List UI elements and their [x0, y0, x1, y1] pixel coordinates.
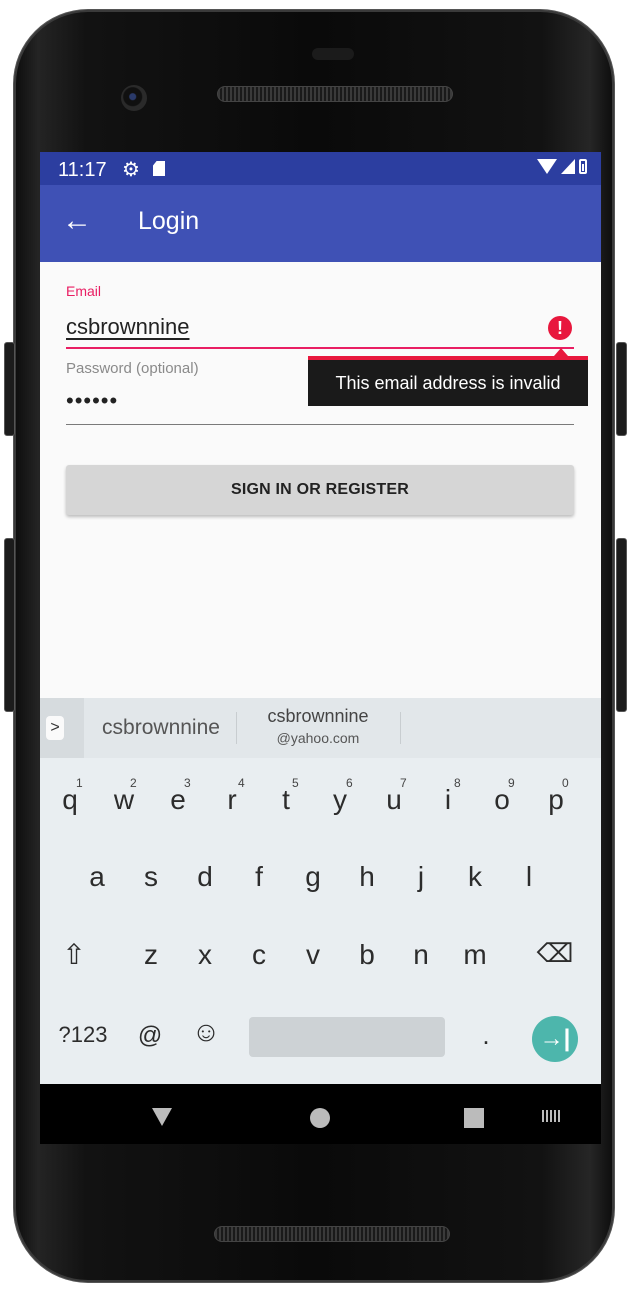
suggestion-expand-toggle[interactable]: > [40, 698, 84, 758]
status-indicators [537, 159, 587, 174]
key-r2-1[interactable]: s [131, 861, 171, 893]
sd-card-icon [153, 161, 165, 176]
bottom-speaker [214, 1226, 450, 1242]
navigation-bar [40, 1084, 601, 1144]
cell-signal-icon [561, 159, 575, 174]
key-r3-5[interactable]: n [401, 939, 441, 971]
period-key[interactable]: . [474, 1020, 498, 1051]
suggestion-divider [400, 712, 401, 744]
proximity-sensor [312, 48, 354, 60]
key-r3-3[interactable]: v [293, 939, 333, 971]
key-number-hint: 0 [562, 776, 569, 790]
key-number-hint: 4 [238, 776, 245, 790]
nav-back-icon[interactable] [152, 1108, 172, 1126]
key-number-hint: 6 [346, 776, 353, 790]
key-r2-8[interactable]: l [509, 861, 549, 893]
front-camera [121, 85, 147, 111]
password-underline [66, 424, 574, 425]
key-r1-4[interactable]: t [266, 784, 306, 816]
shift-key[interactable]: ⇧ [54, 938, 94, 971]
key-r1-5[interactable]: y [320, 784, 360, 816]
key-r3-0[interactable]: z [131, 939, 171, 971]
key-r2-5[interactable]: h [347, 861, 387, 893]
key-r1-7[interactable]: i [428, 784, 468, 816]
password-input[interactable]: •••••• [66, 388, 118, 414]
password-label: Password (optional) [66, 360, 199, 377]
key-r2-7[interactable]: k [455, 861, 495, 893]
status-time: 11:17 [58, 159, 107, 181]
nav-home-icon[interactable] [310, 1108, 330, 1128]
space-key[interactable] [249, 1017, 445, 1057]
nav-recents-icon[interactable] [464, 1108, 484, 1128]
key-r3-1[interactable]: x [185, 939, 225, 971]
email-input[interactable]: csbrownnine [66, 314, 190, 340]
wifi-icon [537, 159, 557, 174]
key-r1-6[interactable]: u [374, 784, 414, 816]
keyboard-suggestion-strip: > csbrownnine csbrownnine @yahoo.com [40, 698, 601, 758]
error-tooltip: This email address is invalid [308, 360, 588, 406]
key-r2-6[interactable]: j [401, 861, 441, 893]
phone-screen: 11:17 ⚙ ← Login Email csbrownnine ! Pass… [40, 152, 601, 1144]
tooltip-pointer [554, 348, 568, 356]
chevron-right-icon: > [46, 716, 64, 740]
side-button-left-top [4, 342, 15, 436]
suggestion-primary[interactable]: csbrownnine [88, 716, 234, 740]
suggestion-secondary[interactable]: csbrownnine @yahoo.com [240, 706, 396, 746]
sign-in-or-register-button[interactable]: SIGN IN OR REGISTER [66, 465, 574, 515]
key-number-hint: 1 [76, 776, 83, 790]
key-r1-2[interactable]: e [158, 784, 198, 816]
keyboard: q1 w2 e3 r4 t5 y6 u7 i8 o9 p0 asdfghjkl zxcvbnm ⇧… [40, 758, 601, 1084]
page-title: Login [138, 207, 200, 235]
suggestion-secondary-line1: csbrownnine [267, 706, 369, 726]
key-r2-3[interactable]: f [239, 861, 279, 893]
battery-icon [579, 159, 587, 174]
email-underline [66, 347, 574, 349]
backspace-key[interactable]: ⌫ [534, 938, 576, 969]
key-number-hint: 3 [184, 776, 191, 790]
key-number-hint: 5 [292, 776, 299, 790]
key-r1-1[interactable]: w [104, 784, 144, 816]
key-r2-0[interactable]: a [77, 861, 117, 893]
suggestion-secondary-line2: @yahoo.com [276, 730, 360, 746]
enter-next-key[interactable]: →| [532, 1016, 578, 1062]
key-r3-4[interactable]: b [347, 939, 387, 971]
key-r1-0[interactable]: q [50, 784, 90, 816]
key-r1-9[interactable]: p [536, 784, 576, 816]
app-bar: ← Login [40, 185, 601, 262]
suggestion-divider [236, 712, 237, 744]
key-number-hint: 7 [400, 776, 407, 790]
emoji-key[interactable]: ☺ [188, 1016, 224, 1048]
side-button-left-bottom [4, 538, 15, 712]
error-icon: ! [548, 316, 572, 340]
key-r1-3[interactable]: r [212, 784, 252, 816]
status-bar: 11:17 ⚙ [40, 152, 601, 185]
key-number-hint: 2 [130, 776, 137, 790]
settings-gear-icon: ⚙ [122, 159, 140, 181]
earpiece-speaker [217, 86, 453, 102]
back-arrow-icon[interactable]: ← [62, 201, 92, 241]
key-r1-8[interactable]: o [482, 784, 522, 816]
keyboard-switch-icon[interactable] [542, 1110, 562, 1122]
key-number-hint: 8 [454, 776, 461, 790]
key-r2-4[interactable]: g [293, 861, 333, 893]
side-button-right-top [616, 342, 627, 436]
at-key[interactable]: @ [134, 1022, 166, 1050]
symbols-key[interactable]: ?123 [50, 1022, 116, 1048]
key-r2-2[interactable]: d [185, 861, 225, 893]
key-r3-6[interactable]: m [455, 939, 495, 971]
side-button-right-bottom [616, 538, 627, 712]
key-number-hint: 9 [508, 776, 515, 790]
key-r3-2[interactable]: c [239, 939, 279, 971]
email-label: Email [66, 283, 102, 299]
